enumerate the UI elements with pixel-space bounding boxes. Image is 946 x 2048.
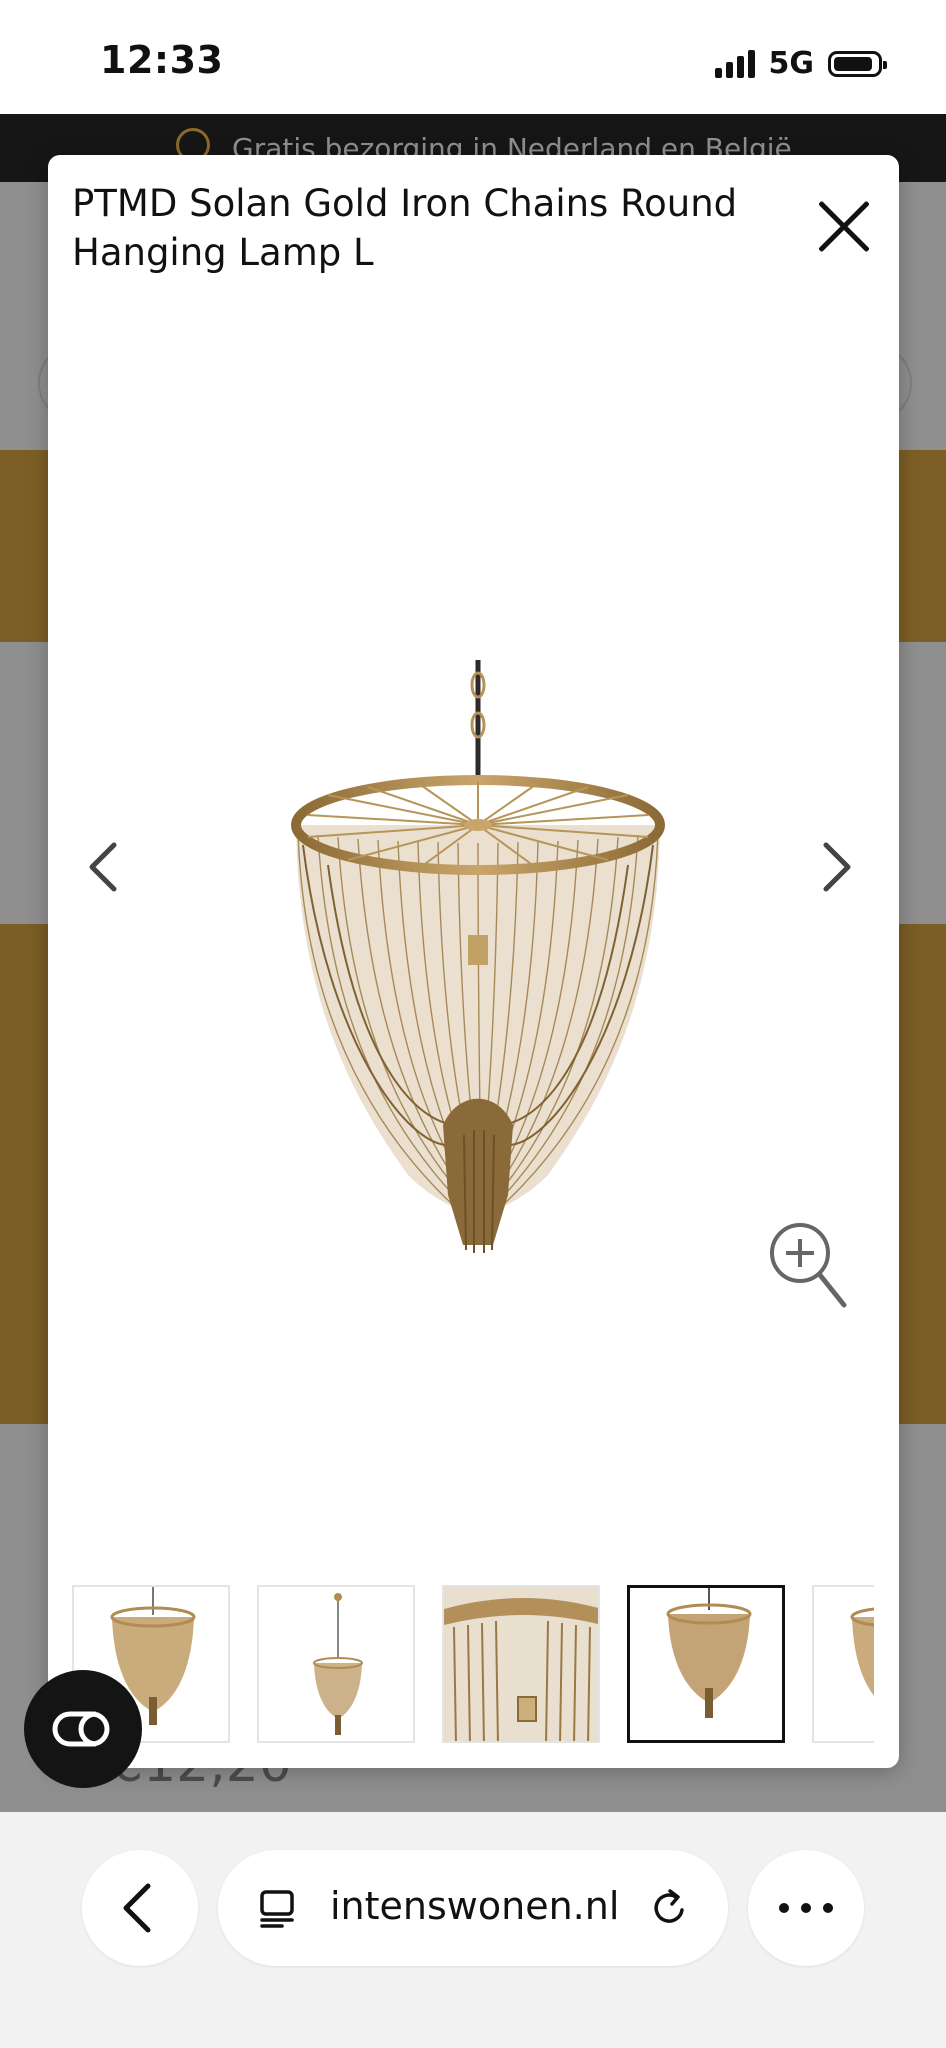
product-image-modal: PTMD Solan Gold Iron Chains Round Hangin… bbox=[48, 155, 899, 1768]
back-button[interactable] bbox=[82, 1850, 198, 1966]
zoom-in-icon[interactable] bbox=[768, 1221, 848, 1317]
close-icon[interactable] bbox=[816, 199, 872, 255]
status-indicators: 5G bbox=[714, 46, 887, 81]
more-icon bbox=[779, 1903, 833, 1913]
chevron-left-icon[interactable] bbox=[74, 827, 134, 907]
more-button[interactable] bbox=[748, 1850, 864, 1966]
signal-icon bbox=[714, 49, 755, 78]
reload-icon[interactable] bbox=[648, 1886, 692, 1930]
thumbnail-5[interactable] bbox=[812, 1585, 874, 1743]
address-bar[interactable]: intenswonen.nl bbox=[218, 1850, 728, 1966]
browser-toolbar: intenswonen.nl bbox=[0, 1812, 946, 2048]
thumbnail-strip bbox=[72, 1585, 874, 1745]
network-label: 5G bbox=[768, 46, 815, 81]
url-text: intenswonen.nl bbox=[330, 1884, 620, 1928]
status-time: 12:33 bbox=[100, 38, 224, 82]
status-bar: 12:33 5G bbox=[0, 0, 946, 114]
modal-title: PTMD Solan Gold Iron Chains Round Hangin… bbox=[72, 182, 738, 274]
thumbnail-3[interactable] bbox=[442, 1585, 600, 1743]
thumbnail-4[interactable] bbox=[627, 1585, 785, 1743]
chat-icon bbox=[52, 1711, 110, 1747]
chat-button[interactable] bbox=[24, 1670, 142, 1788]
tabs-icon bbox=[260, 1890, 294, 1928]
thumbnail-2[interactable] bbox=[257, 1585, 415, 1743]
chevron-left-icon bbox=[123, 1883, 151, 1933]
battery-icon bbox=[828, 50, 887, 77]
chevron-right-icon[interactable] bbox=[806, 827, 866, 907]
product-image bbox=[291, 660, 665, 1253]
